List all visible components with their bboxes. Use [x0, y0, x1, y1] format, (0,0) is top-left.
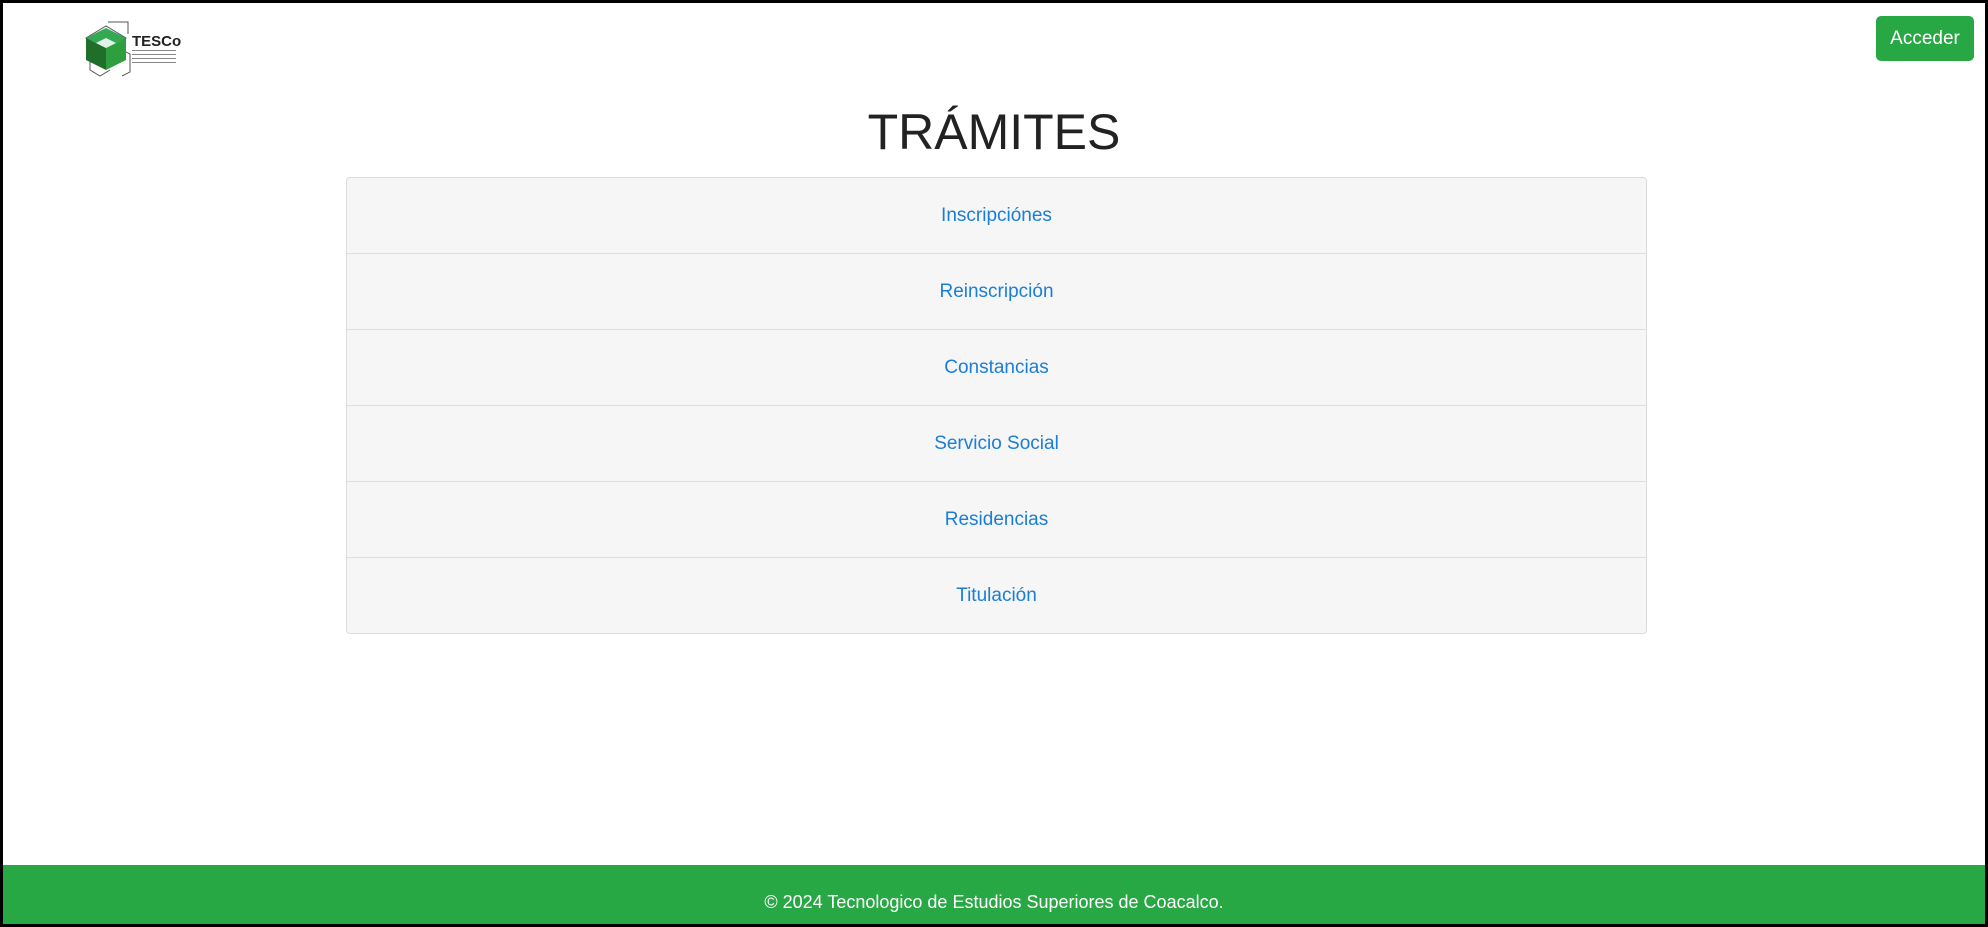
- page-title: TRÁMITES: [867, 104, 1121, 160]
- access-button[interactable]: Acceder: [1876, 16, 1974, 61]
- reinscripcion-link[interactable]: Reinscripción: [939, 281, 1053, 303]
- tesco-logo[interactable]: TESCo: [82, 20, 194, 80]
- tesco-wordmark: TESCo: [132, 33, 181, 50]
- page-frame: TESCo Acceder TRÁMITES Inscripciónes Rei…: [3, 3, 1985, 924]
- list-item-inscripciones[interactable]: Inscripciónes: [347, 178, 1646, 253]
- titulacion-link[interactable]: Titulación: [956, 585, 1037, 607]
- inscripciones-link[interactable]: Inscripciónes: [941, 205, 1052, 227]
- list-item-reinscripcion[interactable]: Reinscripción: [347, 253, 1646, 329]
- footer: © 2024 Tecnologico de Estudios Superiore…: [3, 865, 1985, 924]
- servicio-social-link[interactable]: Servicio Social: [934, 433, 1059, 455]
- list-item-constancias[interactable]: Constancias: [347, 329, 1646, 405]
- tesco-logo-icon: TESCo: [85, 21, 181, 77]
- list-item-titulacion[interactable]: Titulación: [347, 557, 1646, 633]
- procedures-list: Inscripciónes Reinscripción Constancias …: [346, 177, 1647, 634]
- list-item-residencias[interactable]: Residencias: [347, 481, 1646, 557]
- constancias-link[interactable]: Constancias: [944, 357, 1049, 379]
- residencias-link[interactable]: Residencias: [945, 509, 1049, 531]
- list-item-servicio-social[interactable]: Servicio Social: [347, 405, 1646, 481]
- footer-copyright: © 2024 Tecnologico de Estudios Superiore…: [764, 892, 1224, 912]
